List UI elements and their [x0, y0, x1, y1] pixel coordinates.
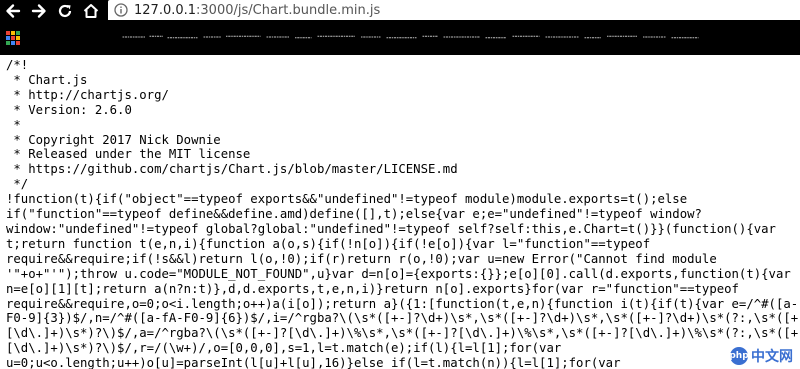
apps-grid-icon[interactable]	[6, 31, 20, 45]
reload-icon	[58, 4, 72, 18]
address-bar[interactable]: 127.0.0.1:3000/js/Chart.bundle.min.js	[108, 0, 800, 20]
home-icon	[83, 4, 99, 18]
home-button[interactable]	[78, 0, 104, 22]
source-line: /*!	[6, 58, 29, 72]
source-line: t;return function t(e,n,i){function a(o,…	[6, 236, 651, 251]
url-path: :3000/js/Chart.bundle.min.js	[196, 2, 381, 18]
forward-button[interactable]	[26, 0, 52, 22]
source-line: '"+o+"'");throw u.code="MODULE_NOT_FOUND…	[6, 266, 791, 281]
source-line: * Chart.js	[6, 72, 88, 87]
source-line: window:"undefined"!=typeof global?global…	[6, 221, 776, 236]
bookmarks-bar	[0, 22, 800, 55]
source-line: */	[6, 177, 29, 192]
url-host: 127.0.0.1	[134, 2, 197, 18]
source-line: !function(t){if("object"==typeof exports…	[6, 192, 688, 207]
source-line: * https://github.com/chartjs/Chart.js/bl…	[6, 162, 458, 177]
source-line: n=e[o][1][t];return a(n?n:t)},d,d.export…	[6, 281, 739, 296]
source-line: if("function"==typeof define&&define.amd…	[6, 207, 702, 222]
source-line: F0-9]{3})$/,n=/^#([a-fA-F0-9]{6})$/,i=/^…	[6, 311, 800, 326]
reload-button[interactable]	[52, 0, 78, 22]
php-logo: php	[729, 347, 749, 365]
source-line: * Released under the MIT license	[6, 147, 251, 162]
source-line: require&&require;if(!s&&l)return l(o,!0)…	[6, 251, 717, 266]
source-line: *	[6, 117, 21, 132]
watermark: php 中文网	[727, 345, 796, 367]
source-code-view: /*! * Chart.js * http://chartjs.org/ * V…	[0, 58, 800, 369]
watermark-label: 中文网	[751, 349, 793, 365]
source-line: [\d\.]+)\s*)?\)$/,r=/(\w+)/,o=[0,0,0],s=…	[6, 341, 562, 356]
source-line: u=0;u<o.length;u++)o[u]=parseInt(l[u]+l[…	[6, 356, 621, 369]
back-button[interactable]	[0, 0, 26, 22]
page-info-icon[interactable]	[114, 3, 128, 17]
back-arrow-icon	[6, 4, 21, 18]
url-text: 127.0.0.1:3000/js/Chart.bundle.min.js	[134, 3, 380, 18]
source-line: * http://chartjs.org/	[6, 87, 169, 102]
browser-toolbar: 127.0.0.1:3000/js/Chart.bundle.min.js	[0, 0, 800, 22]
source-line: [\d\.]+)\s*)?\)$/,a=/^rgba?\(\s*([+-]?[\…	[6, 326, 800, 341]
bookmark-items-garbled	[122, 35, 699, 39]
source-line: * Copyright 2017 Nick Downie	[6, 132, 221, 147]
source-line: * Version: 2.6.0	[6, 102, 132, 117]
source-line: require&&require,o=0;o<i.length;o++)a(i[…	[6, 296, 799, 311]
forward-arrow-icon	[31, 4, 46, 18]
